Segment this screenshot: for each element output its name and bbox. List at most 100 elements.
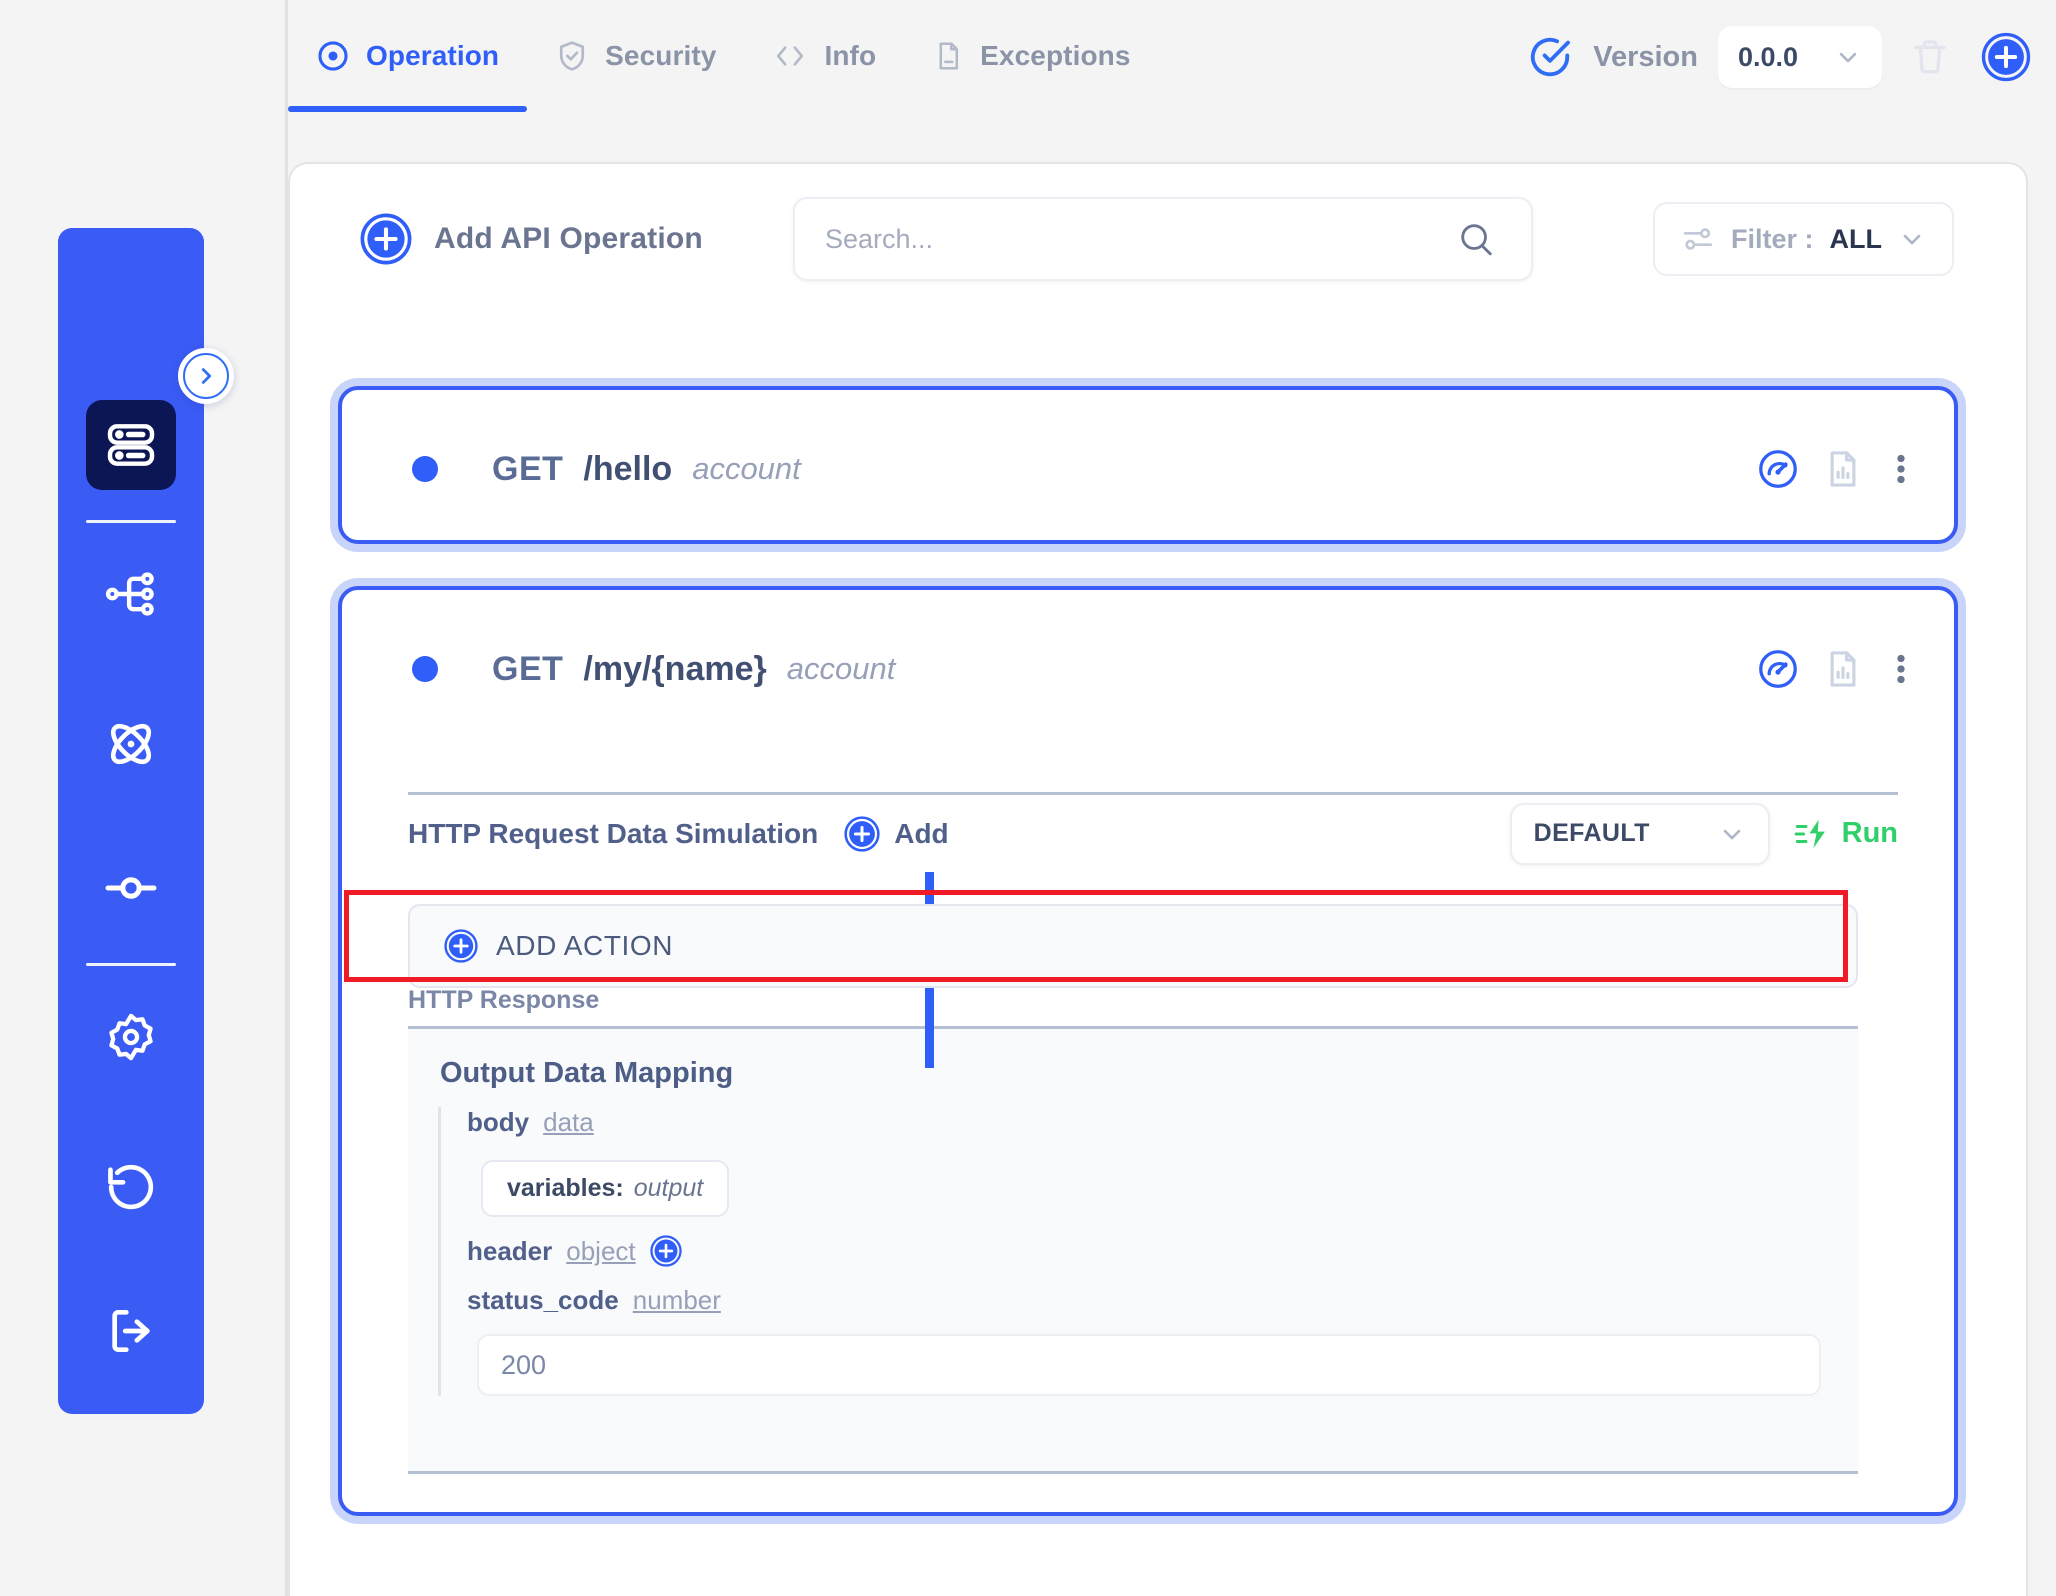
sidebar-item-pipeline[interactable] (86, 843, 176, 933)
mapping-key: header (467, 1235, 553, 1266)
chevron-down-icon (1839, 52, 1857, 63)
operation-actions (1756, 647, 1916, 691)
gauge-icon[interactable] (1756, 447, 1800, 491)
gear-icon (109, 1013, 153, 1061)
trash-icon (1914, 40, 1946, 74)
mapping-key: body (467, 1107, 530, 1137)
history-icon (108, 1164, 154, 1210)
mapping-key: status_code (467, 1285, 619, 1315)
status-code-input[interactable]: 200 (477, 1334, 1821, 1396)
operation-card[interactable]: GET /my/{name} account HTTP Request Data… (338, 586, 1958, 1516)
sidebar-item-database[interactable] (86, 400, 176, 490)
shield-check-icon (560, 41, 585, 71)
tab-security[interactable]: Security (527, 0, 744, 112)
check-circle-icon (1531, 37, 1571, 77)
variables-chip-key: variables: (507, 1174, 624, 1202)
sidebar-divider-top (86, 520, 176, 523)
tab-exceptions-label: Exceptions (980, 40, 1131, 71)
document-alert-icon (939, 42, 959, 70)
tab-operation-label: Operation (366, 40, 500, 71)
sidebar-expand-toggle[interactable] (178, 348, 234, 404)
tab-security-label: Security (605, 40, 717, 71)
lightning-run-icon (1794, 819, 1825, 848)
simulation-add-button[interactable]: Add (844, 815, 949, 852)
http-response-title: HTTP Response (408, 986, 600, 1014)
add-version-button[interactable] (1978, 29, 2034, 85)
operation-path: /hello (583, 449, 673, 488)
report-file-icon[interactable] (1822, 448, 1864, 490)
run-button[interactable]: Run (1794, 816, 1898, 852)
operations-panel: Add API Operation Filter : ALL (288, 162, 2028, 1596)
variables-chip[interactable]: variables: output (481, 1160, 730, 1217)
plus-circle-icon (360, 213, 412, 265)
add-action-highlight (344, 890, 1848, 982)
operation-tag: account (692, 451, 801, 486)
operation-header: GET /my/{name} account (342, 590, 1954, 748)
sidebar-item-flow[interactable] (86, 549, 176, 639)
filter-label: Filter : (1731, 223, 1814, 254)
add-api-operation-label: Add API Operation (434, 222, 703, 255)
add-api-operation-button[interactable]: Add API Operation (360, 213, 703, 265)
tab-exceptions[interactable]: Exceptions (904, 0, 1158, 112)
mapping-type[interactable]: data (543, 1107, 594, 1138)
simulation-profile-value: DEFAULT (1533, 819, 1650, 847)
tab-operation[interactable]: Operation (288, 0, 528, 112)
database-icon (107, 424, 155, 466)
operation-card[interactable]: GET /hello account (338, 386, 1958, 544)
simulation-profile-select[interactable]: DEFAULT (1509, 802, 1770, 865)
operation-tag: account (786, 651, 896, 686)
search-icon[interactable] (1457, 220, 1495, 258)
version-select[interactable]: 0.0.0 (1718, 26, 1882, 88)
tab-info[interactable]: Info (744, 0, 904, 112)
left-rail-column (0, 0, 288, 1596)
filter-value: ALL (1829, 223, 1882, 254)
version-value: 0.0.0 (1738, 41, 1799, 72)
top-tabbar: Operation Security Info Exceptions Versi… (288, 0, 2056, 130)
mapping-row-body: body data (467, 1107, 1818, 1138)
simulation-add-label: Add (894, 817, 949, 849)
simulation-controls: DEFAULT Run (1509, 802, 1898, 865)
chevron-down-icon (1903, 234, 1921, 245)
gauge-icon[interactable] (1756, 647, 1800, 691)
sidebar-item-atom[interactable] (86, 699, 176, 789)
sidebar-item-history[interactable] (86, 1142, 176, 1232)
sidebar-divider-bottom (86, 963, 176, 966)
operation-actions (1756, 447, 1916, 491)
sidebar-item-logout[interactable] (86, 1286, 176, 1376)
logout-icon (112, 1310, 150, 1352)
app-root: Operation Security Info Exceptions Versi… (0, 0, 2056, 1596)
mapping-type[interactable]: object (566, 1236, 635, 1267)
atom-icon (110, 723, 152, 765)
plus-circle-icon (649, 1235, 682, 1267)
chevron-down-icon (1723, 829, 1740, 839)
search-input[interactable] (824, 223, 1425, 255)
search-box[interactable] (792, 197, 1533, 281)
sidebar-item-settings[interactable] (86, 992, 176, 1082)
report-file-icon[interactable] (1822, 648, 1864, 690)
operations-toolbar: Add API Operation Filter : ALL (290, 164, 2026, 314)
plus-circle-icon (844, 815, 880, 852)
variables-chip-value: output (633, 1174, 704, 1202)
add-header-button[interactable] (649, 1235, 682, 1267)
operation-method: GET (492, 449, 564, 488)
mapping-type[interactable]: number (633, 1285, 721, 1316)
output-data-mapping-title: Output Data Mapping (440, 1057, 734, 1089)
run-label: Run (1841, 817, 1898, 849)
output-data-mapping-fields: body data variables: output header objec… (438, 1107, 1821, 1396)
tab-info-label: Info (824, 40, 877, 71)
code-brackets-icon (777, 46, 804, 66)
flow-connector-bottom (925, 976, 934, 1068)
plus-circle-icon (1981, 32, 2031, 82)
simulation-row: HTTP Request Data Simulation Add DEFAULT (408, 792, 1898, 872)
tab-list: Operation Security Info Exceptions (288, 0, 1159, 112)
status-dot (412, 456, 438, 482)
sliders-icon (1683, 228, 1713, 250)
operation-path: /my/{name} (583, 649, 767, 688)
more-vertical-icon[interactable] (1886, 448, 1916, 490)
delete-version-button[interactable] (1902, 29, 1958, 85)
http-response-body: Output Data Mapping body data variables:… (408, 1026, 1858, 1474)
sidebar-items (58, 356, 204, 1414)
more-vertical-icon[interactable] (1886, 648, 1916, 690)
filter-dropdown[interactable]: Filter : ALL (1653, 202, 1954, 276)
operation-method: GET (492, 649, 564, 688)
